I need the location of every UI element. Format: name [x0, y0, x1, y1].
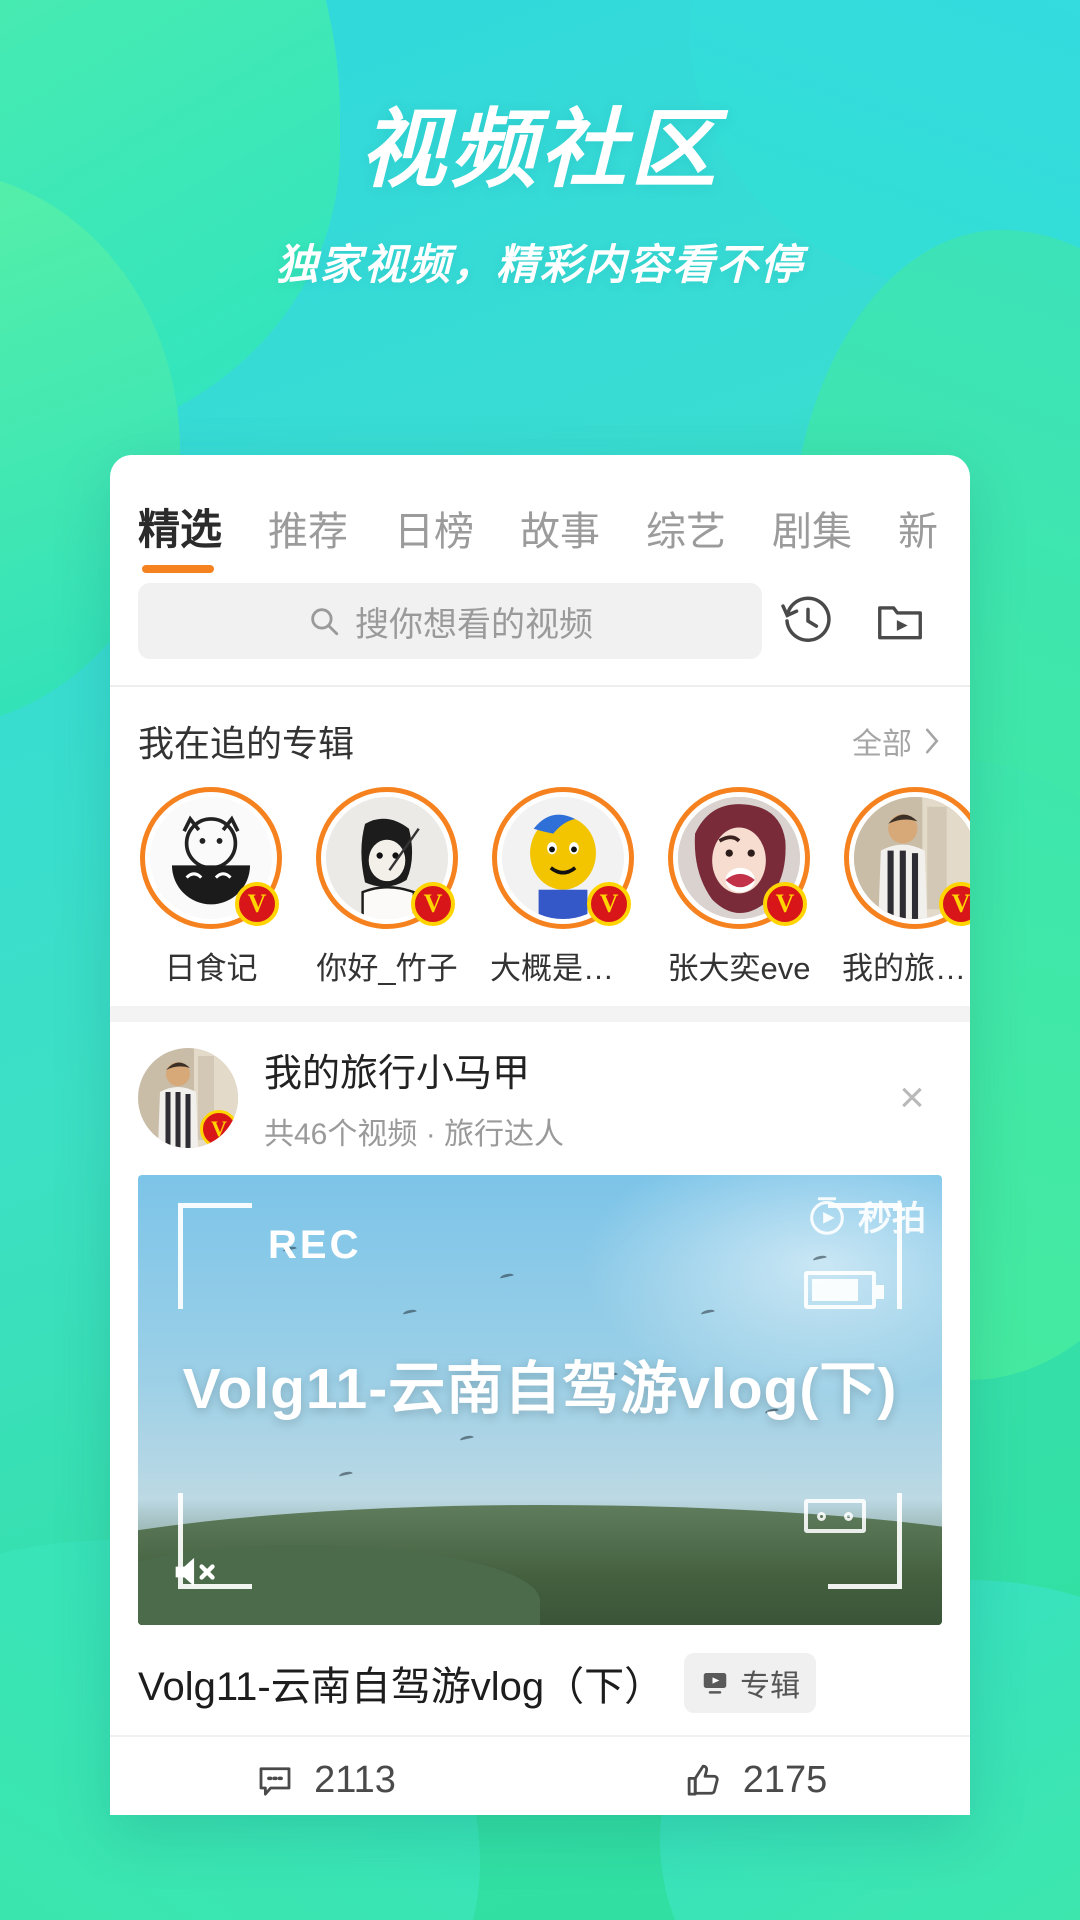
promo-screen: 视频社区 独家视频，精彩内容看不停 精选 推荐 日榜 故事 综艺 剧集 新 搜你… — [0, 0, 1080, 1920]
tab-label: 精选 — [138, 506, 223, 553]
search-placeholder-text: 搜你想看的视频 — [355, 605, 593, 644]
album-name: 我的旅行… — [842, 951, 970, 986]
album-section-header: 我在追的专辑 全部 — [110, 687, 970, 773]
tab-label: 剧集 — [772, 510, 853, 554]
watermark: 秒拍 — [804, 1191, 926, 1240]
page-subtitle: 独家视频，精彩内容看不停 — [275, 240, 804, 288]
video-thumbnail[interactable]: REC 秒拍 Volg11-云南自驾游vlog(下) — [138, 1175, 942, 1625]
watermark-text: 秒拍 — [858, 1200, 926, 1238]
play-list-icon — [700, 1668, 730, 1698]
active-tab-indicator — [142, 565, 214, 573]
see-all-label: 全部 — [852, 728, 912, 761]
album-badge-label: 专辑 — [740, 1670, 801, 1703]
battery-icon — [804, 1271, 884, 1309]
album-name: 日食记 — [164, 951, 258, 986]
close-icon[interactable]: × — [882, 1073, 942, 1123]
verified-badge: V — [763, 882, 807, 926]
tab-label: 新 — [898, 510, 939, 554]
album-see-all-link[interactable]: 全部 — [852, 719, 942, 763]
hero-section: 视频社区 独家视频，精彩内容看不停 — [0, 104, 1080, 292]
feed-author-name: 我的旅行小马甲 — [264, 1053, 531, 1095]
search-row: 搜你想看的视频 — [110, 573, 970, 685]
video-title: Volg11-云南自驾游vlog（下） — [138, 1665, 665, 1709]
tab-label: 日榜 — [394, 510, 475, 554]
album-badge[interactable]: 专辑 — [684, 1653, 817, 1713]
search-input[interactable]: 搜你想看的视频 — [138, 583, 762, 659]
comment-stat[interactable]: 2113 — [110, 1759, 540, 1802]
verified-badge: V — [200, 1109, 238, 1148]
album-name: 大概是井越 — [490, 951, 636, 986]
tab-label: 故事 — [520, 510, 601, 554]
video-folder-icon[interactable] — [854, 583, 946, 659]
followed-albums-strip[interactable]: V 日食记 V 你好_竹子 V 大概是井越 V 张大奕eve V 我的旅行 — [110, 773, 970, 1006]
tab-label: 推荐 — [268, 510, 349, 554]
album-section-title: 我在追的专辑 — [138, 723, 355, 764]
video-overlay-title: Volg11-云南自驾游vlog(下) — [182, 1357, 898, 1421]
tab-jingxuan[interactable]: 精选 — [138, 496, 222, 573]
album-item-nihao-zhuzi[interactable]: V 你好_竹子 — [314, 787, 460, 988]
history-clock-icon[interactable] — [762, 583, 854, 659]
avatar: V — [492, 787, 634, 929]
verified-badge: V — [411, 882, 455, 926]
album-item-rishiji[interactable]: V 日食记 — [138, 787, 284, 988]
album-item-wodelvxing[interactable]: V 我的旅行… — [842, 787, 970, 988]
album-name: 你好_竹子 — [316, 951, 458, 986]
rec-label: REC — [268, 1223, 362, 1267]
search-icon — [307, 604, 341, 638]
verified-badge: V — [939, 882, 970, 926]
tab-ribang[interactable]: 日榜 — [394, 499, 474, 573]
tape-reel-icon — [804, 1499, 866, 1533]
tab-zongyi[interactable]: 综艺 — [646, 499, 726, 573]
feed-author-stats: 共46个视频 · 旅行达人 — [264, 1118, 565, 1151]
tab-juji[interactable]: 剧集 — [772, 499, 852, 573]
avatar: V — [140, 787, 282, 929]
album-item-zhangdayi[interactable]: V 张大奕eve — [666, 787, 812, 988]
app-screenshot-card: 精选 推荐 日榜 故事 综艺 剧集 新 搜你想看的视频 我在追的专辑 全部 V … — [110, 455, 970, 1815]
like-stat[interactable]: 2175 — [540, 1759, 970, 1802]
miaopai-logo-icon — [804, 1193, 850, 1239]
avatar[interactable]: V — [138, 1047, 238, 1148]
category-tab-bar[interactable]: 精选 推荐 日榜 故事 综艺 剧集 新 — [110, 455, 970, 573]
tab-label: 综艺 — [646, 510, 727, 554]
mute-icon[interactable] — [166, 1545, 220, 1599]
tab-gushi[interactable]: 故事 — [520, 499, 600, 573]
feed-author-meta: 我的旅行小马甲 共46个视频 · 旅行达人 — [264, 1042, 882, 1153]
avatar: V — [316, 787, 458, 929]
thumb-up-icon — [683, 1760, 725, 1802]
tab-tuijian[interactable]: 推荐 — [268, 499, 348, 573]
comment-count: 2113 — [314, 1759, 396, 1801]
tab-xin[interactable]: 新 — [898, 499, 938, 573]
album-item-dagaishi-jingyue[interactable]: V 大概是井越 — [490, 787, 636, 988]
like-count: 2175 — [742, 1759, 828, 1801]
avatar: V — [668, 787, 810, 929]
avatar: V — [844, 787, 970, 929]
chevron-right-icon — [922, 725, 942, 757]
rec-frame-corner-top-left — [178, 1203, 252, 1309]
verified-badge: V — [587, 882, 631, 926]
page-title: 视频社区 — [360, 102, 720, 198]
comment-icon — [254, 1760, 296, 1802]
feed-author-row[interactable]: V 我的旅行小马甲 共46个视频 · 旅行达人 × — [110, 1022, 970, 1167]
verified-badge: V — [235, 882, 279, 926]
album-name: 张大奕eve — [667, 951, 811, 986]
video-stats-row: 2113 2175 — [110, 1735, 970, 1802]
video-title-row[interactable]: Volg11-云南自驾游vlog（下） 专辑 — [110, 1625, 970, 1735]
section-gap — [110, 1006, 970, 1022]
